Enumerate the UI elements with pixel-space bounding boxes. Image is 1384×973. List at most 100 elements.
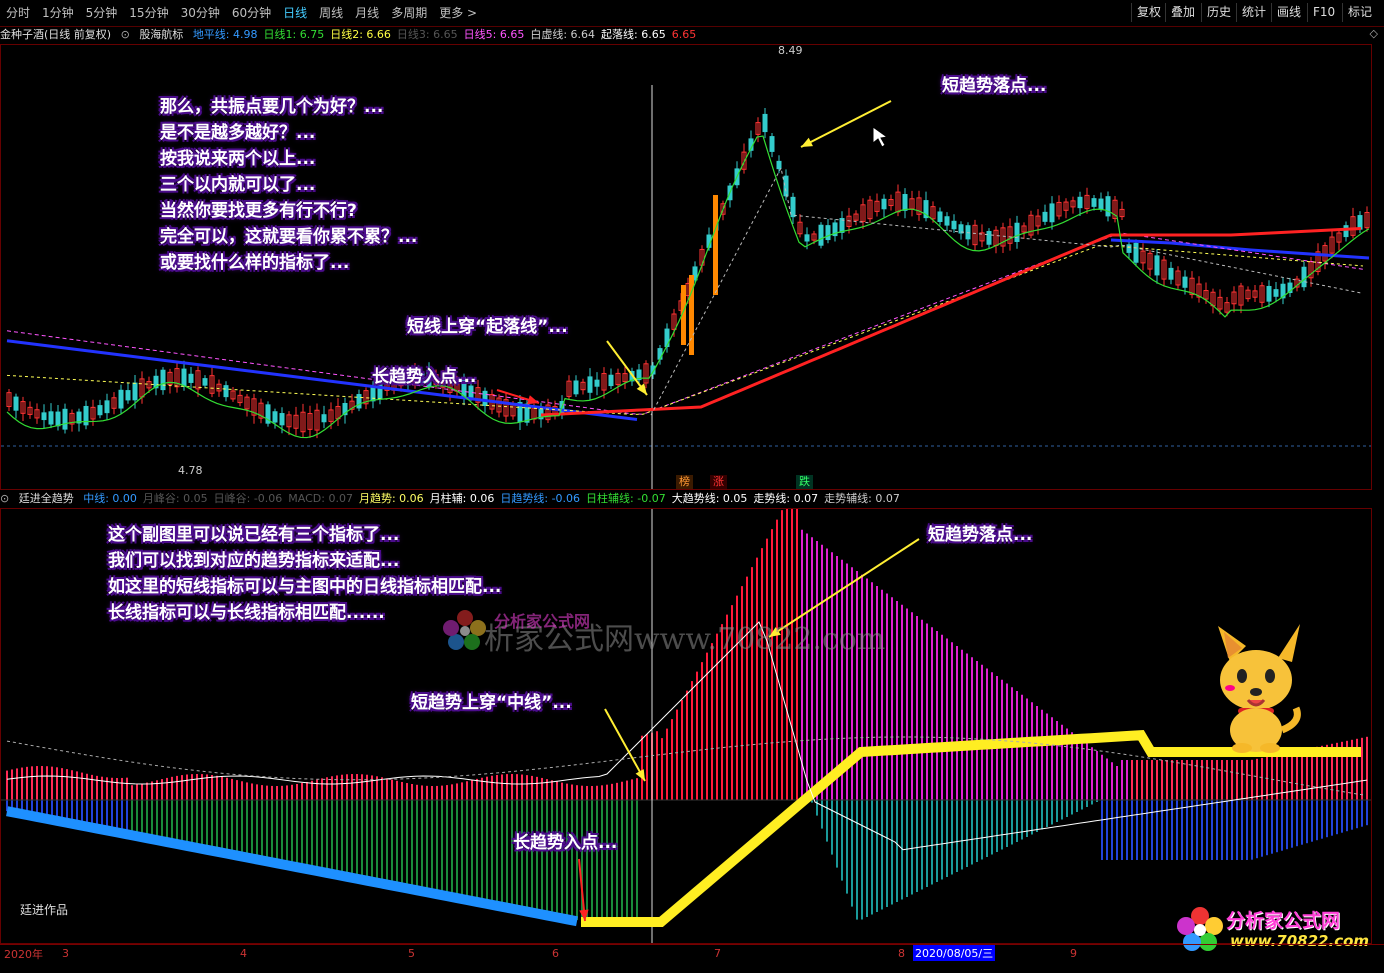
sub-legend: ⊙ 廷进全趋势 中线: 0.00 月峰谷: 0.05 日峰谷: -0.06 MACD:… — [0, 491, 912, 507]
candle-body — [188, 373, 194, 383]
note-q7: 或要找什么样的指标了... — [160, 253, 350, 273]
period-tab[interactable]: 日线 — [277, 0, 313, 26]
candle-body — [202, 378, 208, 386]
toolbar-button[interactable]: 历史 — [1201, 3, 1236, 22]
note-s2: 我们可以找到对应的趋势指标来适配... — [108, 551, 400, 571]
main-legend-items: 地平线: 4.98 日线1: 6.75 日线2: 6.66 日线3: 6.65 日线5:… — [193, 28, 702, 41]
period-tab[interactable]: 分时 — [0, 0, 36, 26]
candle-body — [118, 389, 124, 409]
toolbar-button[interactable]: 统计 — [1236, 3, 1271, 22]
toolbar-button[interactable]: 叠加 — [1165, 3, 1200, 22]
candle-body — [818, 224, 824, 246]
period-tab[interactable]: 更多 > — [433, 0, 483, 26]
legend-item: 地平线: 4.98 — [192, 28, 258, 41]
arrow-long-entry-head — [527, 395, 539, 405]
candle-body — [1105, 196, 1111, 217]
note-cross-mid: 短趋势上穿“中线”... — [411, 693, 572, 713]
main-legend: 金种子酒(日线 前复权) ⊙ 股海航标 地平线: 4.98 日线1: 6.75 日线… — [0, 27, 708, 43]
legend-item: 走势线: 0.07 — [753, 492, 819, 505]
candle-body — [1266, 285, 1272, 302]
mouse-cursor-icon — [872, 126, 889, 148]
candle-body — [825, 225, 831, 241]
legend-item: 中线: 0.00 — [83, 492, 137, 505]
puppy-mascot — [1212, 622, 1304, 758]
candle-body — [132, 382, 138, 401]
signal-tag-die: 跌 — [796, 475, 813, 489]
sub-indicator-name[interactable]: 廷进全趋势 — [19, 492, 74, 505]
toolbar-button[interactable]: F10 — [1307, 3, 1340, 22]
candle-body — [937, 211, 943, 222]
axis-month: 7 — [714, 947, 721, 960]
note-q3: 按我说来两个以上... — [160, 149, 316, 169]
period-tab[interactable]: 周线 — [313, 0, 349, 26]
axis-month: 9 — [1070, 947, 1077, 960]
legend-item: 白虚线: 6.64 — [530, 28, 596, 41]
period-tab[interactable]: 1分钟 — [36, 0, 80, 26]
candle-body — [944, 216, 950, 226]
note-q2: 是不是越多越好？... — [160, 123, 316, 143]
candle-body — [272, 411, 278, 423]
note-short-drop: 短趋势落点... — [942, 76, 1047, 96]
author-signature: 廷进作品 — [20, 903, 69, 917]
axis-month: 4 — [240, 947, 247, 960]
note-q1: 那么，共振点要几个为好？... — [160, 97, 384, 117]
axis-year: 2020年 — [4, 948, 43, 961]
toolbar-button[interactable]: 复权 — [1131, 3, 1166, 22]
candle-body — [790, 196, 796, 218]
arrow-cross-line-head — [636, 383, 647, 395]
candle-body — [986, 230, 992, 245]
indicator-toggle-icon[interactable]: ⊙ — [121, 28, 130, 41]
candle-body — [1077, 196, 1083, 209]
candle-body — [587, 376, 593, 393]
legend-item: 走势辅线: 0.07 — [824, 492, 900, 505]
legend-item: 月趋势: 0.06 — [358, 492, 424, 505]
period-tab[interactable]: 15分钟 — [123, 0, 174, 26]
candle-body — [608, 374, 614, 387]
toolbar-button[interactable]: 画线 — [1271, 3, 1306, 22]
candle-body — [62, 408, 68, 430]
arrow-short-drop — [800, 100, 892, 148]
note-q4: 三个以内就可以了... — [160, 175, 316, 195]
watermark-brand-small-text: 分析家公式网 — [494, 612, 591, 631]
candle-body — [783, 175, 789, 197]
candle-body — [1098, 198, 1104, 210]
scroll-up-icon[interactable]: ◇ — [1370, 27, 1378, 40]
legend-item: MACD: 0.07 — [288, 492, 353, 505]
note-q5: 当然你要找更多有行不行? — [160, 201, 357, 221]
period-tab[interactable]: 5分钟 — [80, 0, 124, 26]
main-indicator-name[interactable]: 股海航标 — [139, 28, 183, 41]
candle-body — [97, 405, 103, 416]
brand-logo-text: 分析家公式网 — [1226, 910, 1341, 932]
puppy-icon — [1218, 624, 1301, 753]
rise-fall-line — [540, 227, 1362, 417]
signal-tag-zhang: 涨 — [710, 475, 727, 489]
legend-item: 日线2: 6.66 — [330, 28, 391, 41]
toolbar-button[interactable]: 标记 — [1342, 3, 1377, 22]
period-tab[interactable]: 60分钟 — [226, 0, 277, 26]
legend-item: 起落线: 6.65 — [601, 28, 666, 41]
sub-toggle-icon[interactable]: ⊙ — [0, 492, 9, 505]
candle-body — [279, 413, 285, 426]
period-tabs: 分时 1分钟 5分钟 15分钟 30分钟 60分钟 日线 周线 月线 多周期 更多 > — [0, 0, 483, 26]
candle-body — [160, 369, 166, 391]
candle-body — [769, 136, 775, 152]
trend-aux-dashed — [6, 736, 1364, 796]
legend-item: 日趋势线: -0.06 — [500, 492, 581, 505]
candle-body — [48, 411, 54, 425]
candle-body — [482, 390, 488, 407]
candle-body — [573, 380, 579, 395]
period-tab[interactable]: 月线 — [349, 0, 385, 26]
candle-body — [902, 194, 908, 211]
axis-month: 8 — [898, 947, 905, 960]
legend-item: 大趋势线: 0.05 — [671, 492, 748, 505]
period-tab[interactable]: 多周期 — [385, 0, 433, 26]
candle-body — [1168, 267, 1174, 280]
price-high-label: 8.49 — [778, 44, 803, 57]
legend-item: 日线5: 6.65 — [463, 28, 525, 41]
candle-body — [804, 234, 810, 242]
legend-item: 日线1: 6.75 — [263, 28, 325, 41]
note-s3: 如这里的短线指标可以与主图中的日线指标相匹配... — [108, 577, 502, 597]
candle-body — [181, 368, 187, 387]
period-tab[interactable]: 30分钟 — [175, 0, 226, 26]
candle-body — [881, 198, 887, 210]
